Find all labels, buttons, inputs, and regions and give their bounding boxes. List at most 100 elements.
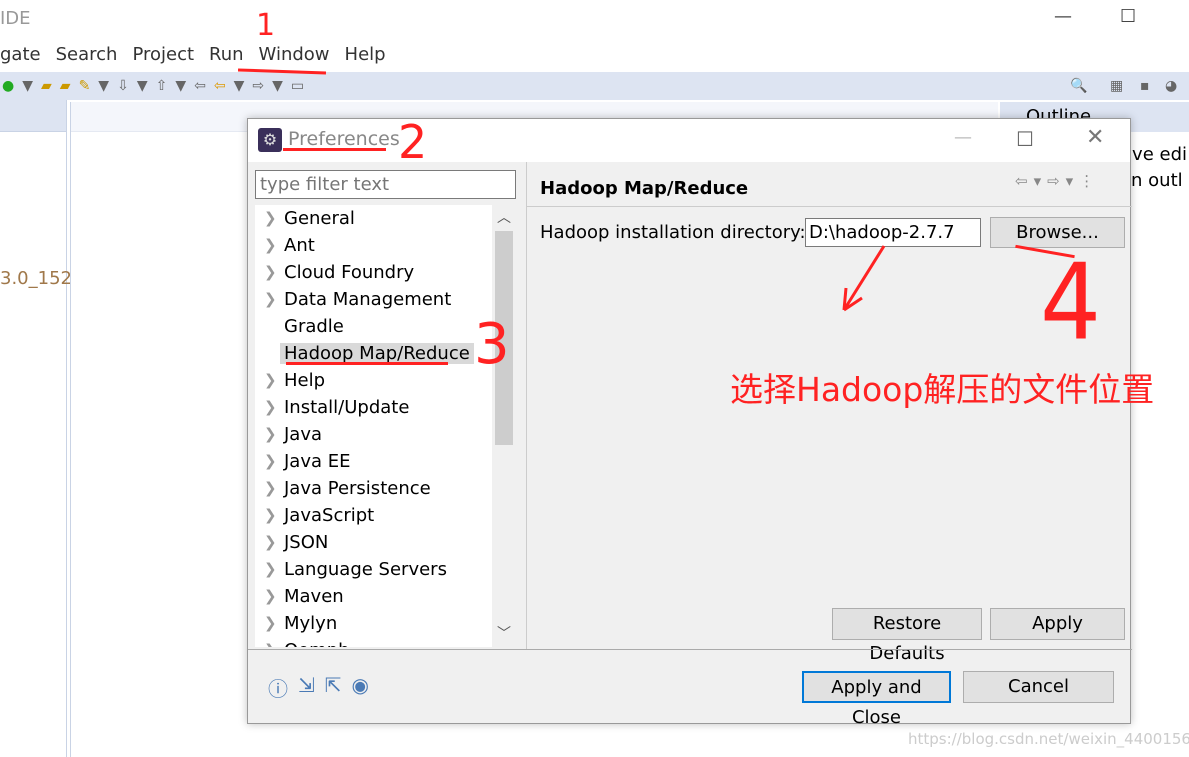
left-view: 3.0_152] bbox=[0, 100, 79, 757]
open-perspective-icon[interactable]: ▦ bbox=[1110, 78, 1123, 94]
tree-item[interactable]: ❯ Mylyn bbox=[255, 610, 516, 637]
tree-item[interactable]: ❯ JavaScript bbox=[255, 502, 516, 529]
menu-window[interactable]: Window bbox=[259, 44, 330, 70]
chevron-right-icon[interactable]: ❯ bbox=[264, 421, 277, 448]
left-view-text: 3.0_152] bbox=[0, 268, 80, 289]
tree-item-label: Java EE bbox=[284, 451, 351, 472]
dialog-close-button[interactable]: ✕ bbox=[1086, 125, 1104, 150]
page-title: Hadoop Map/Reduce bbox=[540, 178, 749, 199]
dialog-title-bar: ⚙ Preferences — ☐ ✕ bbox=[248, 119, 1130, 162]
apply-and-close-button[interactable]: Apply and Close bbox=[802, 671, 951, 728]
chevron-right-icon[interactable]: ❯ bbox=[264, 232, 277, 259]
annotation-4: 4 bbox=[1040, 240, 1102, 364]
dropdown-icon[interactable]: ▼ bbox=[22, 78, 33, 94]
forward-icon[interactable]: ⇨ bbox=[252, 78, 264, 94]
forward-icon[interactable]: ⇨▾ bbox=[1047, 172, 1079, 190]
tree-item[interactable]: ❯ Install/Update bbox=[255, 394, 516, 421]
import-icon[interactable]: ⇲ bbox=[298, 673, 315, 702]
java-perspective-icon[interactable]: ◕ bbox=[1165, 78, 1177, 94]
restore-defaults-button[interactable]: Restore Defaults bbox=[832, 608, 982, 664]
chevron-right-icon[interactable]: ❯ bbox=[264, 367, 277, 394]
annotation-note: 选择Hadoop解压的文件位置 bbox=[730, 370, 1155, 409]
export-icon[interactable]: ⇱ bbox=[325, 673, 342, 702]
tree-item[interactable]: ❯ Java bbox=[255, 421, 516, 448]
dialog-title: Preferences bbox=[288, 128, 400, 150]
tree-item-label: Java Persistence bbox=[284, 478, 431, 499]
window-title: IDE bbox=[0, 8, 31, 29]
annotation-2: 2 bbox=[398, 115, 428, 169]
scroll-down-icon[interactable]: ﹀ bbox=[497, 623, 511, 643]
last-edit-icon[interactable]: ⇦ bbox=[194, 78, 206, 94]
menu-bar: gate Search Project Run Window Help bbox=[0, 44, 386, 70]
view-menu-icon[interactable]: ⋮ bbox=[1079, 172, 1100, 190]
chevron-right-icon[interactable]: ❯ bbox=[264, 394, 277, 421]
help-icon[interactable]: ⓘ bbox=[268, 673, 288, 702]
next-annotation-icon[interactable]: ⇩ bbox=[117, 78, 129, 94]
tree-item[interactable]: ❯ Cloud Foundry bbox=[255, 259, 516, 286]
tree-item[interactable]: ❯ Maven bbox=[255, 583, 516, 610]
tree-item[interactable]: ❯ Language Servers bbox=[255, 556, 516, 583]
chevron-right-icon[interactable]: ❯ bbox=[264, 286, 277, 313]
tree-item-label: JSON bbox=[284, 532, 329, 553]
tree-item[interactable]: ❯ Java EE bbox=[255, 448, 516, 475]
tree-item-label: Oomph bbox=[284, 640, 350, 647]
search-icon[interactable]: 🔍 bbox=[1070, 78, 1087, 94]
menu-run[interactable]: Run bbox=[209, 44, 244, 70]
dropdown-icon[interactable]: ▼ bbox=[234, 78, 245, 94]
chevron-right-icon[interactable]: ❯ bbox=[264, 556, 277, 583]
chevron-right-icon[interactable]: ❯ bbox=[264, 637, 277, 647]
tree-item[interactable]: ❯ General bbox=[255, 205, 516, 232]
prev-annotation-icon[interactable]: ⇧ bbox=[156, 78, 168, 94]
tree-item-label: Help bbox=[284, 370, 326, 391]
menu-project[interactable]: Project bbox=[132, 44, 194, 70]
tree-scrollbar[interactable]: ︿ ﹀ bbox=[492, 205, 516, 647]
annotation-3: 3 bbox=[474, 312, 510, 377]
menu-search[interactable]: Search bbox=[56, 44, 118, 70]
tree-item[interactable]: ❯ JSON bbox=[255, 529, 516, 556]
apply-button[interactable]: Apply bbox=[990, 608, 1125, 640]
chevron-right-icon[interactable]: ❯ bbox=[264, 529, 277, 556]
tree-item-label: Java bbox=[284, 424, 323, 445]
chevron-right-icon[interactable]: ❯ bbox=[264, 205, 277, 232]
chevron-right-icon[interactable]: ❯ bbox=[264, 502, 277, 529]
menu-navigate[interactable]: gate bbox=[0, 44, 41, 70]
filter-input[interactable] bbox=[255, 170, 516, 199]
dialog-minimize-button[interactable]: — bbox=[954, 127, 972, 148]
chevron-right-icon[interactable]: ❯ bbox=[264, 583, 277, 610]
run-icon[interactable]: ● bbox=[2, 78, 14, 94]
chevron-right-icon[interactable]: ❯ bbox=[264, 610, 277, 637]
toolbar: ● ▼ ▰ ▰ ✎ ▼ ⇩ ▼ ⇧ ▼ ⇦ ⇦ ▼ ⇨ ▼ ▭ 🔍 ▦ ▪ ◕ bbox=[0, 72, 1189, 100]
tree-item-label: Data Management bbox=[284, 289, 452, 310]
dropdown-icon[interactable]: ▼ bbox=[98, 78, 109, 94]
chevron-right-icon[interactable]: ❯ bbox=[264, 475, 277, 502]
record-icon[interactable]: ◉ bbox=[352, 673, 369, 702]
dropdown-icon[interactable]: ▼ bbox=[272, 78, 283, 94]
tree-item-label: Hadoop Map/Reduce bbox=[280, 343, 474, 364]
tree-item[interactable]: ❯ Ant bbox=[255, 232, 516, 259]
tree-item-label: Cloud Foundry bbox=[284, 262, 415, 283]
tree-item-label: Mylyn bbox=[284, 613, 338, 634]
tree-item[interactable]: ❯ Oomph bbox=[255, 637, 516, 647]
minimize-button[interactable]: — bbox=[1054, 6, 1072, 27]
maximize-button[interactable]: ☐ bbox=[1120, 6, 1136, 27]
back-icon[interactable]: ⇦▾ bbox=[1015, 172, 1047, 190]
pin-editor-icon[interactable]: ▭ bbox=[291, 78, 304, 94]
chevron-right-icon[interactable]: ❯ bbox=[264, 259, 277, 286]
brush-icon[interactable]: ✎ bbox=[79, 78, 91, 94]
open-folder-icon[interactable]: ▰ bbox=[41, 78, 52, 94]
cancel-button[interactable]: Cancel bbox=[963, 671, 1114, 703]
tree-item-label: Ant bbox=[284, 235, 315, 256]
dialog-maximize-button[interactable]: ☐ bbox=[1016, 127, 1034, 151]
dropdown-icon[interactable]: ▼ bbox=[137, 78, 148, 94]
java-ee-perspective-icon[interactable]: ▪ bbox=[1140, 78, 1150, 94]
scroll-up-icon[interactable]: ︿ bbox=[497, 207, 511, 227]
chevron-right-icon[interactable]: ❯ bbox=[264, 448, 277, 475]
back-icon[interactable]: ⇦ bbox=[214, 78, 226, 94]
tree-item-label: JavaScript bbox=[284, 505, 375, 526]
folder-icon[interactable]: ▰ bbox=[60, 78, 71, 94]
tree-item[interactable]: ❯ Data Management bbox=[255, 286, 516, 313]
tree-item[interactable]: ❯ Java Persistence bbox=[255, 475, 516, 502]
menu-help[interactable]: Help bbox=[345, 44, 386, 70]
tree-item-label: Language Servers bbox=[284, 559, 447, 580]
dropdown-icon[interactable]: ▼ bbox=[175, 78, 186, 94]
